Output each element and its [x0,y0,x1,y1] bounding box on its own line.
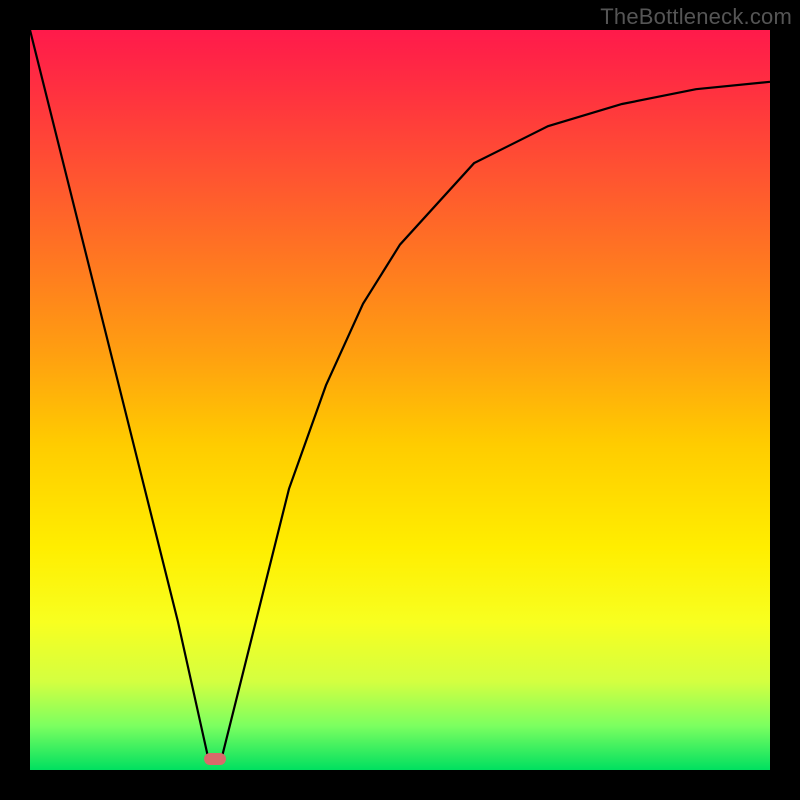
curve-svg [30,30,770,770]
plot-area [30,30,770,770]
bottleneck-curve-path [30,30,770,755]
chart-frame: TheBottleneck.com [0,0,800,800]
watermark-text: TheBottleneck.com [600,4,792,30]
